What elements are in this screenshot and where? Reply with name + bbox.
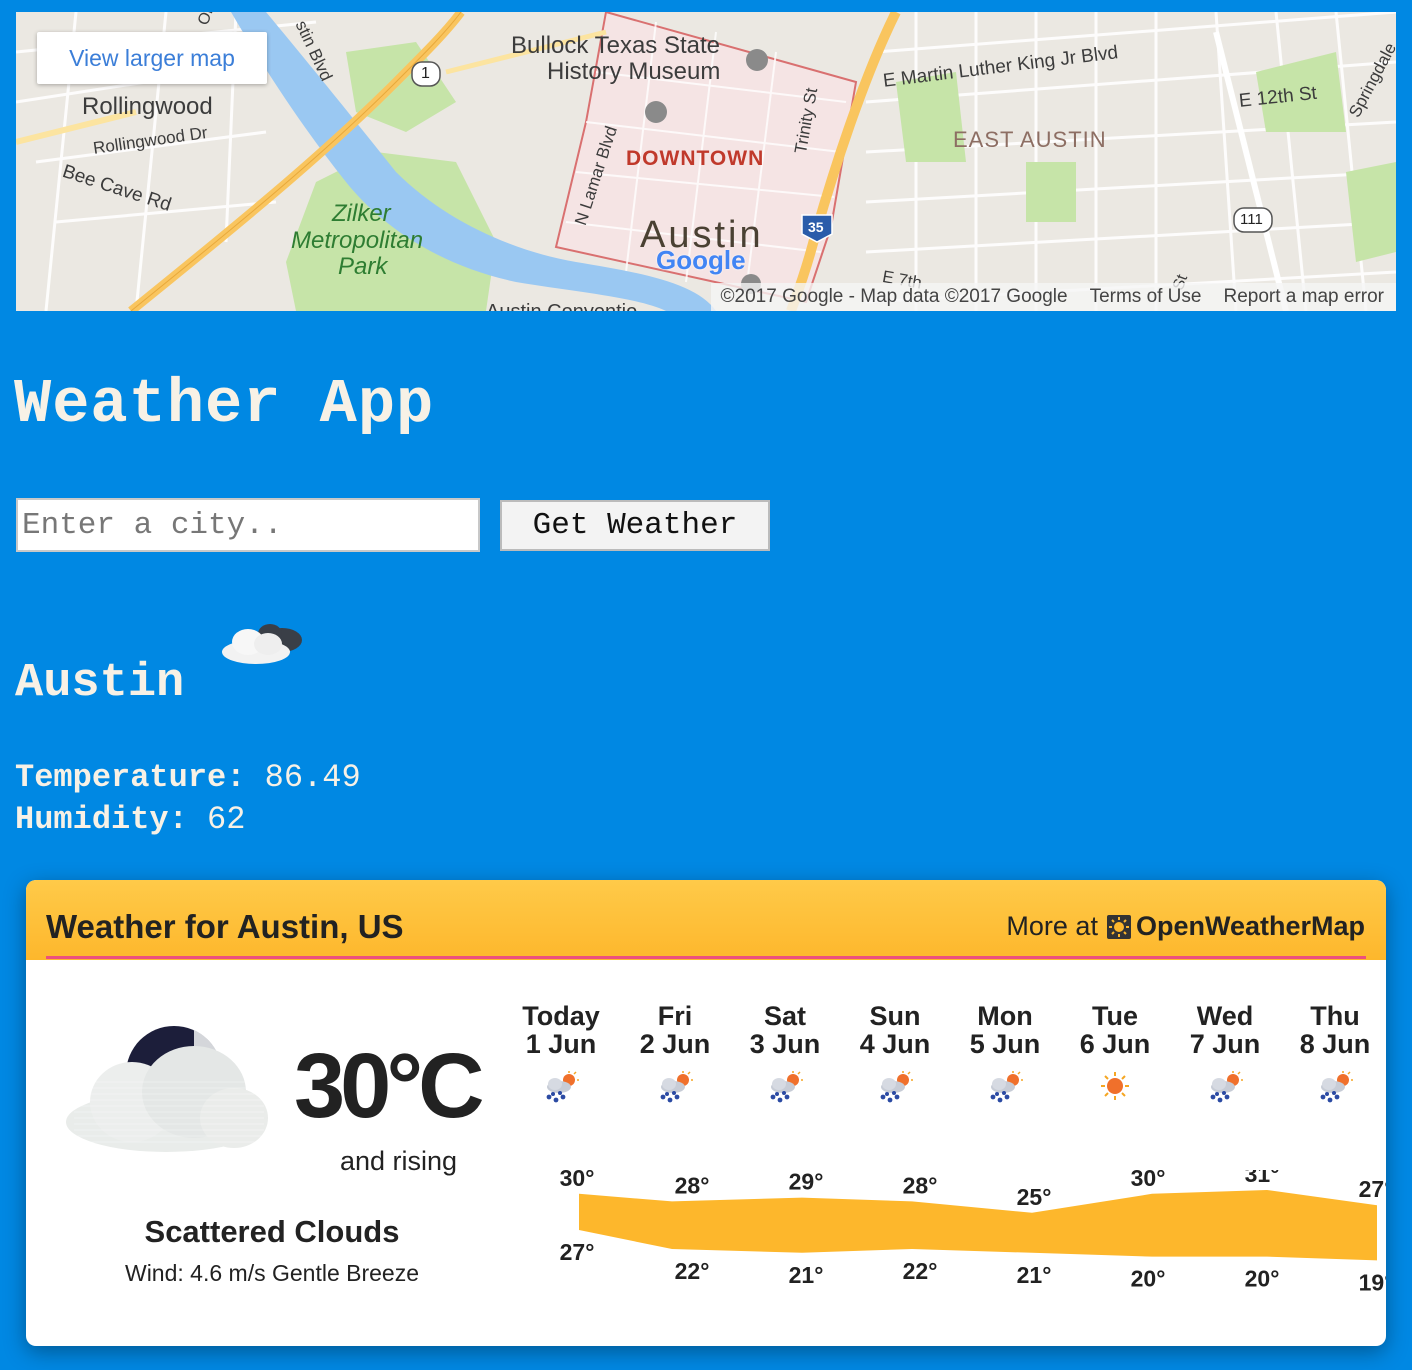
forecast-high-label: 28° <box>903 1172 938 1198</box>
forecast-high-label: 31° <box>1245 1170 1280 1187</box>
openweathermap-brand: OpenWeatherMap <box>1135 911 1365 941</box>
rain-sun-icon <box>546 1071 579 1103</box>
widget-title: Weather for Austin, US <box>46 908 404 945</box>
embedded-map[interactable]: Rollingwood Rollingwood Dr Bee Cave Rd Z… <box>16 12 1396 311</box>
forecast-low-label: 21° <box>1017 1262 1052 1288</box>
map-copyright: ©2017 Google - Map data ©2017 Google <box>720 286 1068 307</box>
forecast-low-label: 20° <box>1131 1266 1166 1292</box>
terms-of-use-link[interactable]: Terms of Use <box>1090 286 1202 308</box>
forecast-day-2: Sat 3 Jun <box>733 1002 837 1058</box>
temperature-row: Temperature: 86.49 <box>15 762 361 794</box>
map-route-1-label: 1 <box>421 65 430 82</box>
forecast-date: 8 Jun <box>1299 1029 1371 1059</box>
app-title: Weather App <box>14 369 435 440</box>
rain-sun-icon <box>770 1071 803 1103</box>
forecast-day-7: Thu 8 Jun <box>1283 1002 1386 1058</box>
forecast-date: 1 Jun <box>525 1029 597 1059</box>
partly-cloudy-icon <box>222 624 302 664</box>
forecast-high-label: 28° <box>675 1172 710 1198</box>
forecast-day-5: Tue 6 Jun <box>1063 1002 1167 1058</box>
temperature-band-chart: 30° 27° 28° 22° 29° 21° 28° 22° 25° 21° 30° 20° 31° 2… <box>560 1170 1386 1295</box>
report-map-error-link[interactable]: Report a map error <box>1223 286 1384 308</box>
forecast-date: 4 Jun <box>859 1029 931 1059</box>
forecast-date: 5 Jun <box>969 1029 1041 1059</box>
forecast-date: 2 Jun <box>639 1029 711 1059</box>
temperature-band <box>579 1190 1377 1261</box>
forecast-low-label: 22° <box>903 1258 938 1284</box>
map-label-austin-convention: Austin Conventio <box>486 302 637 311</box>
forecast-date: 3 Jun <box>749 1029 821 1059</box>
map-route-35-label: 35 <box>808 219 824 235</box>
header-rule <box>46 956 1366 959</box>
forecast-low-label: 27° <box>560 1239 595 1265</box>
forecast-date: 7 Jun <box>1189 1029 1261 1059</box>
weather-widget: Weather for Austin, US More at OpenWeath… <box>26 880 1386 1346</box>
forecast-day-name: Sun <box>869 1001 921 1031</box>
map-label-metropolitan: Metropolitan <box>291 227 424 254</box>
map-footer: ©2017 Google - Map data ©2017 Google Ter… <box>710 283 1396 311</box>
map-label-bullock-line2: History Museum <box>547 58 721 85</box>
temperature-label: Temperature: <box>15 759 246 796</box>
rain-sun-icon <box>880 1071 913 1103</box>
forecast-high-label: 25° <box>1017 1184 1052 1210</box>
rain-sun-icon <box>990 1071 1023 1103</box>
forecast-day-1: Fri 2 Jun <box>623 1002 727 1058</box>
forecast-high-label: 29° <box>789 1170 824 1195</box>
humidity-value: 62 <box>207 801 246 838</box>
city-search-input[interactable] <box>16 498 480 552</box>
current-temperature: 30°C <box>294 1035 485 1137</box>
forecast-day-name: Tue <box>1092 1001 1138 1031</box>
map-label-zilker: Zilker <box>332 200 391 227</box>
widget-header: Weather for Austin, US More at OpenWeath… <box>26 880 1386 960</box>
forecast-low-label: 22° <box>675 1258 710 1284</box>
museum-pin-icon[interactable] <box>746 49 768 71</box>
current-condition: Scattered Clouds <box>144 1214 400 1249</box>
humidity-label: Humidity: <box>15 801 188 838</box>
rain-sun-icon <box>660 1071 693 1103</box>
openweathermap-link[interactable]: OpenWeatherMap <box>1106 913 1365 940</box>
forecast-low-label: 21° <box>789 1262 824 1288</box>
forecast-day-4: Mon 5 Jun <box>953 1002 1057 1058</box>
forecast-high-label: 30° <box>560 1170 595 1191</box>
map-label-bullock-line1: Bullock Texas State <box>511 32 721 59</box>
forecast-day-name: Fri <box>657 1001 693 1031</box>
rain-sun-icon <box>1320 1071 1353 1103</box>
university-pin-icon[interactable] <box>645 101 667 123</box>
more-at-label: More at <box>1006 911 1098 941</box>
current-wind: Wind: 4.6 m/s Gentle Breeze <box>124 1260 419 1286</box>
forecast-day-0: Today 1 Jun <box>509 1002 613 1058</box>
temperature-trend: and rising <box>340 1146 458 1176</box>
google-logo: Google <box>656 245 746 275</box>
view-larger-map-button[interactable]: View larger map <box>37 32 267 84</box>
forecast-day-6: Wed 7 Jun <box>1173 1002 1277 1058</box>
forecast-day-name: Mon <box>977 1001 1033 1031</box>
forecast-day-name: Today <box>522 1001 600 1031</box>
forecast-date: 6 Jun <box>1079 1029 1151 1059</box>
forecast-low-label: 19° <box>1359 1269 1386 1295</box>
temperature-value: 86.49 <box>264 759 361 796</box>
moon-cloud-icon <box>66 1026 268 1152</box>
forecast-day-name: Wed <box>1196 1001 1254 1031</box>
forecast-high-label: 27° <box>1359 1176 1386 1202</box>
city-name: Austin <box>15 657 185 710</box>
forecast-low-label: 20° <box>1245 1266 1280 1292</box>
humidity-row: Humidity: 62 <box>15 804 245 836</box>
map-label-downtown: DOWNTOWN <box>626 147 765 170</box>
forecast-high-label: 30° <box>1131 1170 1166 1191</box>
forecast-day-3: Sun 4 Jun <box>843 1002 947 1058</box>
openweathermap-logo-icon <box>1106 914 1131 939</box>
map-label-park: Park <box>338 253 388 280</box>
get-weather-button[interactable]: Get Weather <box>500 500 770 551</box>
map-label-rollingwood: Rollingwood <box>82 93 213 120</box>
more-at: More at OpenWeatherMap <box>1006 913 1365 940</box>
sun-icon <box>1101 1072 1129 1100</box>
forecast-day-name: Thu <box>1310 1001 1360 1031</box>
map-route-111-label: 111 <box>1240 211 1263 228</box>
rain-sun-icon <box>1210 1071 1243 1103</box>
map-label-east-austin: EAST AUSTIN <box>953 127 1107 152</box>
forecast-day-name: Sat <box>763 1001 807 1031</box>
